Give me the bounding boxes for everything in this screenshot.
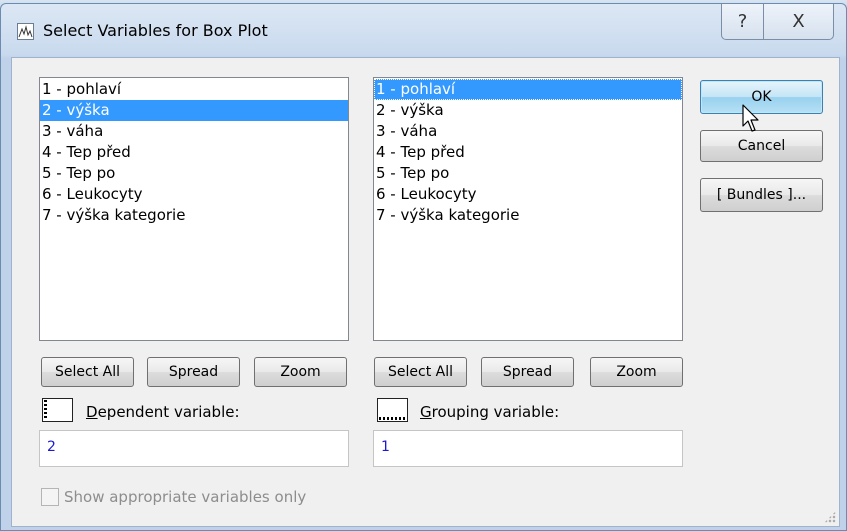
left-zoom-button[interactable]: Zoom — [254, 357, 347, 387]
list-item[interactable]: 5 - Tep po — [374, 163, 682, 184]
list-item[interactable]: 1 - pohlaví — [40, 79, 348, 100]
right-spread-button[interactable]: Spread — [481, 357, 574, 387]
right-select-all-button[interactable]: Select All — [374, 357, 467, 387]
resize-grip[interactable] — [824, 511, 836, 523]
box-plot-app-icon — [17, 23, 34, 40]
list-item[interactable]: 4 - Tep před — [374, 142, 682, 163]
left-spread-button[interactable]: Spread — [147, 357, 240, 387]
cancel-button[interactable]: Cancel — [700, 130, 823, 162]
list-item[interactable]: 2 - výška — [40, 100, 348, 121]
list-item[interactable]: 1 - pohlaví — [374, 79, 682, 100]
close-button[interactable]: X — [763, 4, 834, 40]
list-item[interactable]: 4 - Tep před — [40, 142, 348, 163]
left-select-all-button[interactable]: Select All — [41, 357, 134, 387]
list-item[interactable]: 6 - Leukocyty — [40, 184, 348, 205]
show-appropriate-label: Show appropriate variables only — [64, 488, 307, 506]
grouping-variable-field[interactable]: 1 — [373, 430, 683, 467]
grouping-variable-value: 1 — [381, 439, 390, 455]
dependent-variable-value: 2 — [47, 439, 56, 455]
window-title: Select Variables for Box Plot — [43, 21, 268, 40]
dependent-variable-field[interactable]: 2 — [39, 430, 349, 467]
dependent-variable-list[interactable]: 1 - pohlaví 2 - výška 3 - váha 4 - Tep před… — [39, 77, 349, 341]
grouping-variable-label: Grouping variable: — [420, 403, 560, 421]
title-bar[interactable]: Select Variables for Box Plot ? X — [1, 4, 846, 57]
list-item[interactable]: 3 - váha — [374, 121, 682, 142]
list-item[interactable]: 7 - výška kategorie — [40, 205, 348, 226]
list-item[interactable]: 7 - výška kategorie — [374, 205, 682, 226]
dialog-client-area: 1 - pohlaví 2 - výška 3 - váha 4 - Tep před… — [11, 57, 840, 527]
dependent-variable-label: Dependent variable: — [86, 403, 240, 421]
close-icon: X — [792, 11, 805, 32]
list-item[interactable]: 6 - Leukocyty — [374, 184, 682, 205]
right-zoom-button[interactable]: Zoom — [590, 357, 683, 387]
show-appropriate-checkbox[interactable] — [41, 488, 59, 506]
dialog-window: Select Variables for Box Plot ? X 1 - po… — [0, 3, 847, 531]
bundles-button[interactable]: [ Bundles ]... — [700, 178, 823, 212]
help-button[interactable]: ? — [721, 4, 764, 40]
grouping-variable-list[interactable]: 1 - pohlaví 2 - výška 3 - váha 4 - Tep před… — [373, 77, 683, 341]
list-item[interactable]: 3 - váha — [40, 121, 348, 142]
help-icon: ? — [737, 11, 748, 32]
list-item[interactable]: 2 - výška — [374, 100, 682, 121]
list-item[interactable]: 5 - Tep po — [40, 163, 348, 184]
dependent-variable-icon — [42, 398, 73, 422]
mouse-pointer-icon — [742, 104, 759, 132]
grouping-variable-icon — [377, 398, 408, 422]
